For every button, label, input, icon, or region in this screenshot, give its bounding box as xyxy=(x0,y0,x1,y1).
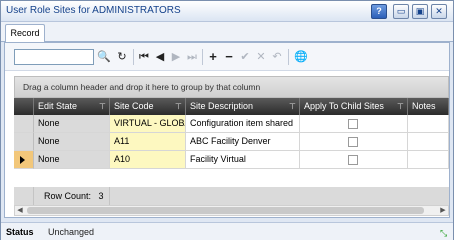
apply-to-child-cell xyxy=(300,115,408,133)
table-row[interactable]: None A10 Facility Virtual xyxy=(14,151,449,169)
column-header-apply-to-child-sites[interactable]: Apply To Child Sites ⊤ xyxy=(300,98,408,115)
remove-record-icon[interactable]: − xyxy=(222,50,236,64)
globe-icon[interactable]: 🌐 xyxy=(294,50,308,64)
apply-to-child-checkbox[interactable] xyxy=(348,119,358,129)
pin-icon[interactable]: ⊤ xyxy=(397,98,404,115)
column-header-label: Notes xyxy=(412,101,436,111)
row-count-value: 3 xyxy=(98,191,104,201)
site-code-cell[interactable]: A10 xyxy=(110,151,186,169)
grid-header: Edit State ⊤ Site Code ⊤ Site Description ⊤… xyxy=(14,98,449,115)
notes-cell[interactable] xyxy=(408,133,449,151)
footer-indicator xyxy=(14,187,34,205)
first-record-icon[interactable]: ⏮ xyxy=(137,50,151,64)
row-count-label: Row Count: xyxy=(44,191,92,201)
tab-strip: Record xyxy=(1,22,453,42)
apply-to-child-cell xyxy=(300,151,408,169)
previous-record-icon[interactable]: ◀ xyxy=(153,50,167,64)
cancel-icon[interactable]: ✕ xyxy=(254,50,268,64)
site-description-cell: Configuration item shared xyxy=(186,115,300,133)
header-indicator xyxy=(14,98,34,115)
current-row-arrow-icon xyxy=(20,156,25,164)
refresh-icon[interactable]: ↻ xyxy=(115,50,129,64)
record-panel: 🔍 ↻ ⏮ ◀ ▶ ⏭ + − ✔ ✕ ↶ 🌐 Drag a column he… xyxy=(4,42,450,218)
scroll-left-icon[interactable]: ◀ xyxy=(15,206,25,215)
scroll-right-icon[interactable]: ▶ xyxy=(438,206,448,215)
apply-to-child-cell xyxy=(300,133,408,151)
title-bar: User Role Sites for ADMINISTRATORS ? ▭ ▣… xyxy=(1,1,453,22)
edit-state-cell: None xyxy=(34,151,110,169)
grid-footer: Row Count: 3 xyxy=(14,187,449,205)
next-record-icon[interactable]: ▶ xyxy=(169,50,183,64)
footer-cell xyxy=(110,187,449,205)
help-button[interactable]: ? xyxy=(371,4,387,19)
last-record-icon[interactable]: ⏭ xyxy=(185,50,199,64)
notes-cell[interactable] xyxy=(408,151,449,169)
add-record-icon[interactable]: + xyxy=(206,50,220,64)
grid-empty-area xyxy=(14,169,449,187)
group-by-panel[interactable]: Drag a column header and drop it here to… xyxy=(14,76,449,98)
row-count: Row Count: 3 xyxy=(44,191,104,201)
site-description-cell: Facility Virtual xyxy=(186,151,300,169)
status-value: Unchanged xyxy=(48,227,95,237)
scrollbar-thumb[interactable] xyxy=(27,207,424,214)
site-code-cell[interactable]: A11 xyxy=(110,133,186,151)
apply-to-child-checkbox[interactable] xyxy=(348,137,358,147)
user-role-sites-window: User Role Sites for ADMINISTRATORS ? ▭ ▣… xyxy=(0,0,454,240)
edit-state-cell: None xyxy=(34,133,110,151)
site-code-cell[interactable]: VIRTUAL - GLOBAL xyxy=(110,115,186,133)
edit-state-cell: None xyxy=(34,115,110,133)
apply-to-child-checkbox[interactable] xyxy=(348,155,358,165)
column-header-label: Site Code xyxy=(114,101,154,111)
table-row[interactable]: None VIRTUAL - GLOBAL Configuration item… xyxy=(14,115,449,133)
column-header-notes[interactable]: Notes xyxy=(408,98,449,115)
undo-icon[interactable]: ↶ xyxy=(270,50,284,64)
maximize-button[interactable]: ▣ xyxy=(412,4,428,19)
notes-cell[interactable] xyxy=(408,115,449,133)
toolbar-separator xyxy=(133,49,134,65)
search-icon[interactable]: 🔍 xyxy=(97,50,111,64)
close-button[interactable]: ✕ xyxy=(431,4,447,19)
grid-toolbar: 🔍 ↻ ⏮ ◀ ▶ ⏭ + − ✔ ✕ ↶ 🌐 xyxy=(5,43,449,71)
window-title: User Role Sites for ADMINISTRATORS xyxy=(6,5,181,16)
column-header-label: Site Description xyxy=(190,101,254,111)
site-description-cell: ABC Facility Denver xyxy=(186,133,300,151)
row-indicator[interactable] xyxy=(14,133,34,151)
save-icon[interactable]: ✔ xyxy=(238,50,252,64)
toolbar-separator xyxy=(288,49,289,65)
search-input[interactable] xyxy=(14,49,94,65)
status-bar: Status Unchanged ⤡ xyxy=(1,222,453,240)
horizontal-scrollbar[interactable]: ◀ ▶ xyxy=(14,205,449,216)
toolbar-separator xyxy=(202,49,203,65)
column-header-site-code[interactable]: Site Code ⊤ xyxy=(110,98,186,115)
pin-icon[interactable]: ⊤ xyxy=(99,98,106,115)
pin-icon[interactable]: ⊤ xyxy=(289,98,296,115)
column-header-label: Apply To Child Sites xyxy=(304,101,384,111)
resize-grip-icon[interactable]: ⤡ xyxy=(440,228,450,238)
row-indicator-active[interactable] xyxy=(14,151,34,169)
pin-icon[interactable]: ⊤ xyxy=(175,98,182,115)
column-header-label: Edit State xyxy=(38,101,78,111)
table-row[interactable]: None A11 ABC Facility Denver xyxy=(14,133,449,151)
status-label: Status xyxy=(6,227,34,237)
column-header-site-description[interactable]: Site Description ⊤ xyxy=(186,98,300,115)
column-header-edit-state[interactable]: Edit State ⊤ xyxy=(34,98,110,115)
minimize-button[interactable]: ▭ xyxy=(393,4,409,19)
tab-record[interactable]: Record xyxy=(5,24,45,42)
row-indicator[interactable] xyxy=(14,115,34,133)
